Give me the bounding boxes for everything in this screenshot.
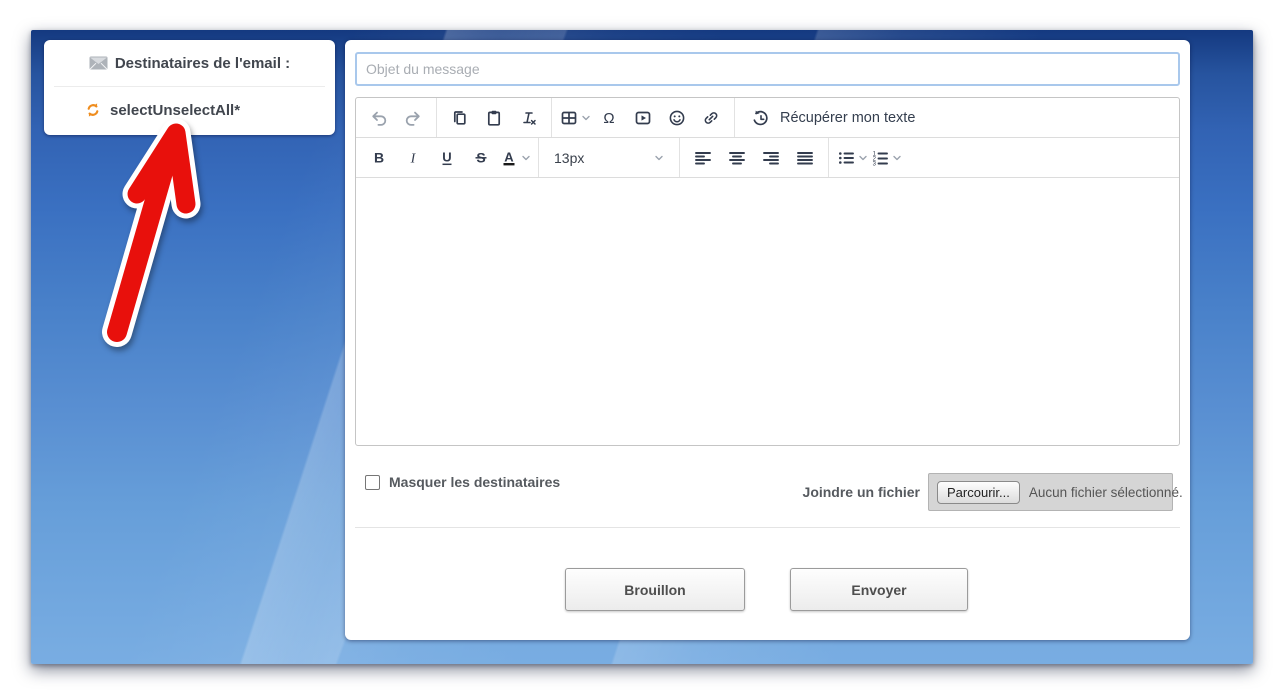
special-character-icon: Ω <box>599 108 619 128</box>
font-color-icon: A <box>499 148 519 168</box>
svg-text:I: I <box>410 151 417 166</box>
editor-toolbar-row-1: Ω <box>356 98 1179 138</box>
strikethrough-button[interactable]: S <box>464 138 498 178</box>
svg-text:Ω: Ω <box>603 110 614 127</box>
svg-text:A: A <box>504 149 514 164</box>
emoji-icon <box>667 108 687 128</box>
editor-toolbar-row-2: B I U S <box>356 138 1179 178</box>
bulleted-list-button[interactable] <box>835 138 869 178</box>
align-right-icon <box>761 148 781 168</box>
recover-text-label: Récupérer mon texte <box>780 110 915 126</box>
envelope-icon <box>89 56 108 70</box>
toolbar-separator <box>551 98 552 137</box>
svg-text:B: B <box>374 149 384 165</box>
link-button[interactable] <box>694 98 728 138</box>
svg-text:3: 3 <box>873 161 877 167</box>
align-justify-button[interactable] <box>788 138 822 178</box>
underline-icon: U <box>437 148 457 168</box>
hide-recipients-label[interactable]: Masquer les destinataires <box>389 474 560 490</box>
recipients-panel-title: Destinataires de l'email : <box>115 55 290 72</box>
italic-button[interactable]: I <box>396 138 430 178</box>
insert-table-button[interactable] <box>558 98 592 138</box>
align-left-button[interactable] <box>686 138 720 178</box>
copy-icon <box>450 108 470 128</box>
chevron-down-icon <box>892 153 902 163</box>
recover-text-button[interactable]: Récupérer mon texte <box>741 98 925 138</box>
chevron-down-icon <box>858 153 868 163</box>
browse-button[interactable]: Parcourir... <box>937 481 1020 504</box>
screenshot-root: Destinataires de l'email : selectUnselec… <box>0 0 1280 696</box>
svg-text:U: U <box>442 149 451 164</box>
chevron-down-icon <box>581 113 591 123</box>
font-size-value: 13px <box>554 150 584 166</box>
font-color-button[interactable]: A <box>498 138 532 178</box>
undo-icon <box>369 108 389 128</box>
numbered-list-button[interactable]: 1 2 3 <box>869 138 903 178</box>
bold-icon: B <box>369 148 389 168</box>
divider <box>355 527 1180 528</box>
chevron-down-icon <box>654 153 664 163</box>
redo-button[interactable] <box>396 98 430 138</box>
remove-format-icon <box>518 108 538 128</box>
toolbar-separator <box>734 98 735 137</box>
editor-body[interactable] <box>356 178 1179 445</box>
special-character-button[interactable]: Ω <box>592 98 626 138</box>
remove-format-button[interactable] <box>511 98 545 138</box>
chevron-down-icon <box>521 153 531 163</box>
paste-icon <box>484 108 504 128</box>
align-right-button[interactable] <box>754 138 788 178</box>
recipients-panel: Destinataires de l'email : selectUnselec… <box>44 40 335 135</box>
toolbar-separator <box>538 138 539 177</box>
recipient-list-item-label: selectUnselectAll* <box>110 102 240 119</box>
italic-icon: I <box>403 148 423 168</box>
compose-panel: Ω <box>345 40 1190 640</box>
insert-media-icon <box>633 108 653 128</box>
subject-input[interactable] <box>355 52 1180 86</box>
toolbar-separator <box>828 138 829 177</box>
bulleted-list-icon <box>836 148 856 168</box>
copy-button[interactable] <box>443 98 477 138</box>
toolbar-separator <box>679 138 680 177</box>
align-center-button[interactable] <box>720 138 754 178</box>
file-input[interactable]: Parcourir... Aucun fichier sélectionné. <box>928 473 1173 511</box>
no-file-selected-text: Aucun fichier sélectionné. <box>1029 485 1183 500</box>
history-icon <box>751 108 771 128</box>
attach-file-label: Joindre un fichier <box>803 484 920 500</box>
insert-media-button[interactable] <box>626 98 660 138</box>
paste-button[interactable] <box>477 98 511 138</box>
align-justify-icon <box>795 148 815 168</box>
redo-icon <box>403 108 423 128</box>
underline-button[interactable]: U <box>430 138 464 178</box>
align-center-icon <box>727 148 747 168</box>
link-icon <box>701 108 721 128</box>
rich-text-editor: Ω <box>355 97 1180 446</box>
align-left-icon <box>693 148 713 168</box>
undo-button[interactable] <box>362 98 396 138</box>
toolbar-separator <box>436 98 437 137</box>
hide-recipients-checkbox[interactable] <box>365 475 380 490</box>
hide-recipients-option: Masquer les destinataires <box>365 474 560 490</box>
recipients-panel-header: Destinataires de l'email : <box>44 40 335 86</box>
sync-icon <box>84 101 102 119</box>
bold-button[interactable]: B <box>362 138 396 178</box>
recipient-list-item[interactable]: selectUnselectAll* <box>44 87 335 133</box>
insert-table-icon <box>559 108 579 128</box>
draft-button[interactable]: Brouillon <box>565 568 745 611</box>
attach-file-section: Joindre un fichier Parcourir... Aucun fi… <box>803 473 1173 511</box>
numbered-list-icon: 1 2 3 <box>870 148 890 168</box>
strikethrough-icon: S <box>471 148 491 168</box>
emoji-button[interactable] <box>660 98 694 138</box>
font-size-dropdown[interactable]: 13px <box>545 138 673 178</box>
send-button[interactable]: Envoyer <box>790 568 968 611</box>
